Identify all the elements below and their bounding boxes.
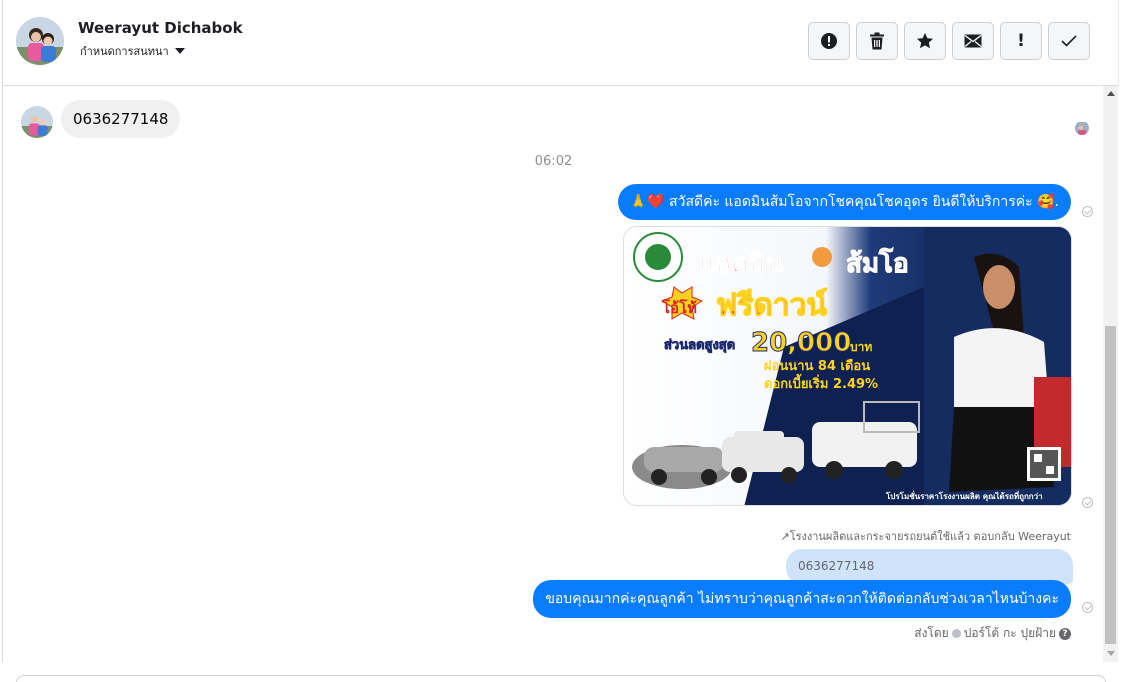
- message-composer[interactable]: [16, 675, 1106, 682]
- caret-down-icon: [174, 48, 185, 54]
- incoming-message[interactable]: 0636277148: [61, 100, 181, 138]
- delete-button[interactable]: [856, 22, 898, 60]
- promo-footer: โปรโมชั่นราคาโรงงานผลิต คุณได้รถที่ถูกกว…: [885, 490, 1043, 502]
- promo-discount-unit: บาท: [850, 340, 872, 354]
- checkmark-icon: [1061, 35, 1077, 47]
- promo-discount-label: ส่วนลดสูงสุด: [664, 338, 735, 353]
- envelope-icon: [964, 34, 982, 48]
- sent-by-label: ส่งโดย: [914, 626, 949, 640]
- mark-spam-button[interactable]: [808, 22, 850, 60]
- promo-headline: ฟรีดาวน์: [716, 288, 828, 323]
- assign-label: กำหนดการสนทนา: [80, 45, 169, 58]
- greeting-text: สวัสดีค่ะ แอดมินส้มโอจากโชคคุณโชคอุดร ยิ…: [669, 194, 1033, 210]
- star-icon: [917, 33, 933, 49]
- greeting-emoji-prefix: 🙏❤️: [629, 194, 665, 210]
- panel-divider: [1118, 0, 1119, 86]
- thread-scrollbar[interactable]: [1103, 86, 1118, 662]
- exclamation-icon: !: [1017, 31, 1025, 51]
- conversation-header: Weerayut Dichabok กำหนดการสนทนา !: [2, 0, 1119, 86]
- follow-up-button[interactable]: !: [1000, 22, 1042, 60]
- scroll-down-arrow-icon[interactable]: [1107, 651, 1115, 656]
- mark-unread-button[interactable]: [952, 22, 994, 60]
- scroll-up-arrow-icon[interactable]: [1107, 91, 1115, 96]
- help-icon[interactable]: ?: [1059, 627, 1071, 640]
- sent-by-name: ปอร์โต้ กะ ปุยฝ้าย: [963, 626, 1056, 640]
- promo-image[interactable]: แอดมิน ส้มโอ โอ้โห้ ฟรีดาวน์ ส่วนลดสูงสุ…: [623, 226, 1072, 506]
- time-separator: 06:02: [534, 154, 573, 169]
- reply-context: ↗โรงงานผลิตและกระจายรถยนต์ใช้แล้ว ตอบกลั…: [780, 530, 1071, 543]
- seen-avatar: [1075, 121, 1089, 135]
- outgoing-greeting-message[interactable]: 🙏❤️ สวัสดีค่ะ แอดมินส้มโอจากโชคคุณโชคอุด…: [617, 184, 1071, 220]
- trash-icon: [870, 32, 884, 50]
- quoted-message[interactable]: 0636277148: [786, 549, 1073, 584]
- sender-avatar: [21, 106, 53, 138]
- conversation-toolbar: !: [808, 22, 1090, 60]
- delivered-check-icon: [1082, 602, 1093, 613]
- conversation-assign-dropdown[interactable]: กำหนดการสนทนา: [80, 42, 185, 60]
- delivered-check-icon: [1082, 206, 1093, 217]
- promo-badge: โอ้โห้: [661, 298, 697, 317]
- message-thread[interactable]: 0636277148 06:02 🙏❤️ สวัสดีค่ะ แอดมินส้ม…: [2, 86, 1103, 662]
- contact-name[interactable]: Weerayut Dichabok: [78, 19, 243, 37]
- promo-title-left: แอดมิน: [699, 249, 783, 279]
- verified-icon: [951, 629, 961, 638]
- messenger-inbox: Weerayut Dichabok กำหนดการสนทนา ! 063627…: [0, 0, 1125, 682]
- mark-done-button[interactable]: [1048, 22, 1090, 60]
- greeting-emoji-suffix: 🥰.: [1037, 194, 1059, 210]
- promo-installment: ผ่อนนาน 84 เดือน: [764, 358, 870, 374]
- scrollbar-thumb[interactable]: [1105, 326, 1116, 644]
- promo-title-right: ส้มโอ: [846, 247, 909, 279]
- promo-discount-amount: 20,000: [751, 328, 851, 358]
- contact-avatar[interactable]: [16, 17, 64, 65]
- delivered-check-icon: [1082, 497, 1093, 508]
- star-button[interactable]: [904, 22, 946, 60]
- sent-by-info: ส่งโดย ปอร์โต้ กะ ปุยฝ้าย ?: [914, 624, 1071, 643]
- outgoing-reply-message[interactable]: ขอบคุณมากค่ะคุณลูกค้า ไม่ทราบว่าคุณลูกค้…: [533, 580, 1071, 618]
- alert-circle-icon: [821, 33, 837, 49]
